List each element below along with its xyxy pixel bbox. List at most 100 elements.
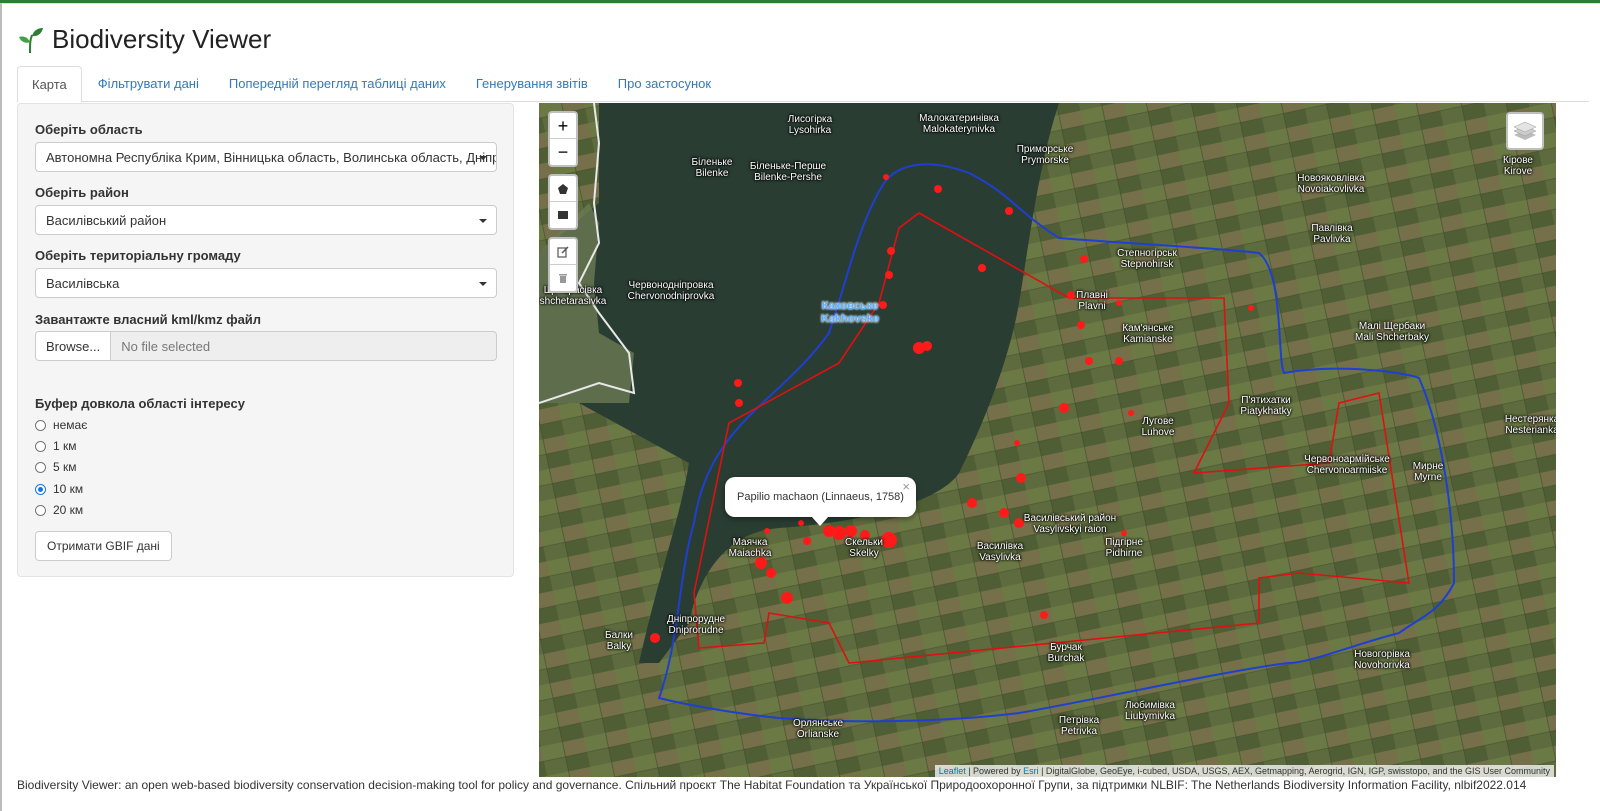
main-tabs: Карта Фільтрувати дані Попередній перегл…	[17, 66, 1589, 103]
place-name-uk: Плавні	[1076, 290, 1108, 301]
region-select[interactable]: Автономна Республіка Крим, Вінницька обл…	[35, 142, 497, 172]
radio-button[interactable]	[35, 440, 46, 452]
place-name-en: Plavni	[1078, 301, 1106, 312]
place-name-uk: Лисогірка	[787, 114, 833, 125]
radio-button[interactable]	[35, 504, 46, 516]
draw-toolbar	[548, 174, 578, 230]
place-label: Степногірськ Stepnohirsk	[1117, 248, 1177, 270]
place-label: Скельки Skelky	[845, 537, 883, 559]
buffer-radio-10km[interactable]: 10 км	[35, 482, 83, 496]
draw-rectangle-button[interactable]	[550, 202, 576, 228]
buffer-radio-20km[interactable]: 20 км	[35, 503, 83, 517]
radio-label: немає	[53, 418, 88, 432]
place-name-uk: Кірове	[1503, 155, 1533, 166]
close-icon[interactable]: ×	[902, 479, 910, 494]
edit-layers-button[interactable]	[550, 239, 576, 265]
place-label: П'ятихатки Piatykhatky	[1240, 395, 1291, 417]
buffer-radio-none[interactable]: немає	[35, 418, 87, 432]
file-name-field[interactable]: No file selected	[111, 331, 497, 361]
place-name-en: shchetarasivka	[539, 296, 607, 307]
place-name-en: Pavlivka	[1313, 234, 1351, 245]
attribution-sources: | DigitalGlobe, GeoEye, i-cubed, USDA, U…	[1038, 766, 1550, 776]
map-popup: Papilio machaon (Linnaeus, 1758) ×	[725, 477, 916, 526]
place-name-en: Stepnohirsk	[1120, 259, 1174, 270]
place-name-uk: Павлівка	[1311, 223, 1353, 234]
place-name-en: Kirove	[1503, 166, 1533, 177]
place-label: Новогорівка Novohorivka	[1354, 649, 1410, 671]
community-select[interactable]: Василівська	[35, 268, 497, 298]
place-name-en: Orlianske	[796, 729, 840, 740]
map-attribution: Leaflet | Powered by Esri | DigitalGlobe…	[934, 765, 1554, 777]
place-label: Павлівка Pavlivka	[1311, 223, 1352, 245]
zoom-control: + −	[548, 111, 578, 167]
zoom-out-button[interactable]: −	[550, 139, 576, 165]
place-label: Петрівка Petrivka	[1059, 715, 1099, 737]
place-label: Маячка Maiachka	[729, 537, 772, 559]
community-select-value: Василівська	[46, 276, 120, 291]
place-name-en: Malokaterynivka	[922, 124, 996, 135]
draw-polygon-button[interactable]	[550, 176, 576, 202]
place-name-uk: Дніпрорудне	[666, 614, 726, 625]
get-gbif-data-button[interactable]: Отримати GBIF дані	[35, 531, 172, 561]
district-select[interactable]: Василівський район	[35, 205, 497, 235]
place-label: Орлянське Orlianske	[793, 718, 843, 740]
sidebar-panel: Оберіть область Автономна Республіка Кри…	[17, 103, 514, 577]
place-name-uk: Кам'янське	[1122, 323, 1174, 334]
buffer-radio-1km[interactable]: 1 км	[35, 439, 77, 453]
file-upload: Browse... No file selected	[35, 331, 497, 361]
place-label: Василівський район Vasylivskyi raion	[1024, 513, 1116, 535]
place-name-uk: Петрівка	[1058, 715, 1100, 726]
tab-about[interactable]: Про застосунок	[604, 66, 725, 102]
zoom-in-button[interactable]: +	[550, 113, 576, 139]
tab-map[interactable]: Карта	[17, 66, 82, 103]
region-label: Оберіть область	[35, 122, 143, 137]
attribution-text: | Powered by	[965, 766, 1024, 776]
place-name-en: Dniprorudne	[668, 625, 724, 636]
place-name-uk: Василівський район	[1023, 513, 1117, 524]
footer-text: Biodiversity Viewer: an open web-based b…	[17, 778, 1527, 792]
region-select-value: Автономна Республіка Крим, Вінницька обл…	[46, 150, 496, 165]
place-name-uk: Лугове	[1142, 416, 1174, 427]
leaflet-link[interactable]: Leaflet	[939, 766, 966, 776]
radio-button[interactable]	[35, 419, 46, 431]
place-name-en: Prymorske	[1021, 155, 1069, 166]
polygon-icon	[558, 184, 568, 194]
place-name-uk: Біленьке-Перше	[749, 161, 827, 172]
place-name-en: Pidhirne	[1105, 548, 1143, 559]
buffer-radio-5km[interactable]: 5 км	[35, 460, 77, 474]
esri-link[interactable]: Esri	[1023, 766, 1039, 776]
radio-label: 1 км	[53, 439, 77, 453]
popup-species-name: Papilio machaon (Linnaeus, 1758)	[737, 491, 904, 503]
place-label: Червонодніпровка Chervonodniprovka	[628, 280, 715, 302]
place-name-uk: Нестерянка	[1504, 414, 1556, 425]
browse-button[interactable]: Browse...	[35, 331, 112, 361]
edit-toolbar	[548, 237, 578, 293]
place-name-uk: Василівка	[976, 541, 1024, 552]
place-name-uk: Приморське	[1016, 144, 1074, 155]
place-name-en: Petrivka	[1060, 726, 1098, 737]
tab-reports[interactable]: Генерування звітів	[462, 66, 602, 102]
tab-filter[interactable]: Фільтрувати дані	[84, 66, 213, 102]
satellite-basemap	[539, 103, 1556, 777]
reservoir-label: Каховське Kakhovske	[821, 300, 879, 326]
place-name-en: Maiachka	[728, 548, 772, 559]
tab-table-preview[interactable]: Попередній перегляд таблиці даних	[215, 66, 460, 102]
place-label: Малі Щербаки Mali Shcherbaky	[1355, 321, 1429, 343]
radio-button-selected[interactable]	[35, 483, 46, 495]
layers-control-button[interactable]	[1506, 112, 1544, 150]
place-name-en: Myrne	[1414, 472, 1442, 483]
place-name-en: Kamianske	[1123, 334, 1173, 345]
place-name-uk: Любимівка	[1125, 700, 1175, 711]
district-label: Оберіть район	[35, 185, 129, 200]
delete-layers-button[interactable]	[550, 265, 576, 291]
upload-label: Завантажте власний kml/kmz файл	[35, 312, 262, 327]
place-label: Василівка Vasylivka	[977, 541, 1023, 563]
caret-down-icon	[479, 282, 487, 286]
buffer-label: Буфер довкола області інтересу	[35, 396, 245, 411]
map-view[interactable]: Каховське Kakhovske Лисогірка Lysohirka М…	[539, 103, 1556, 777]
place-name-en: Novohorivka	[1354, 660, 1410, 671]
radio-label: 20 км	[53, 503, 84, 517]
place-name-en: Nesterianka	[1505, 425, 1556, 436]
radio-button[interactable]	[35, 461, 46, 473]
place-label: Нестерянка Nesterianka	[1505, 414, 1556, 436]
